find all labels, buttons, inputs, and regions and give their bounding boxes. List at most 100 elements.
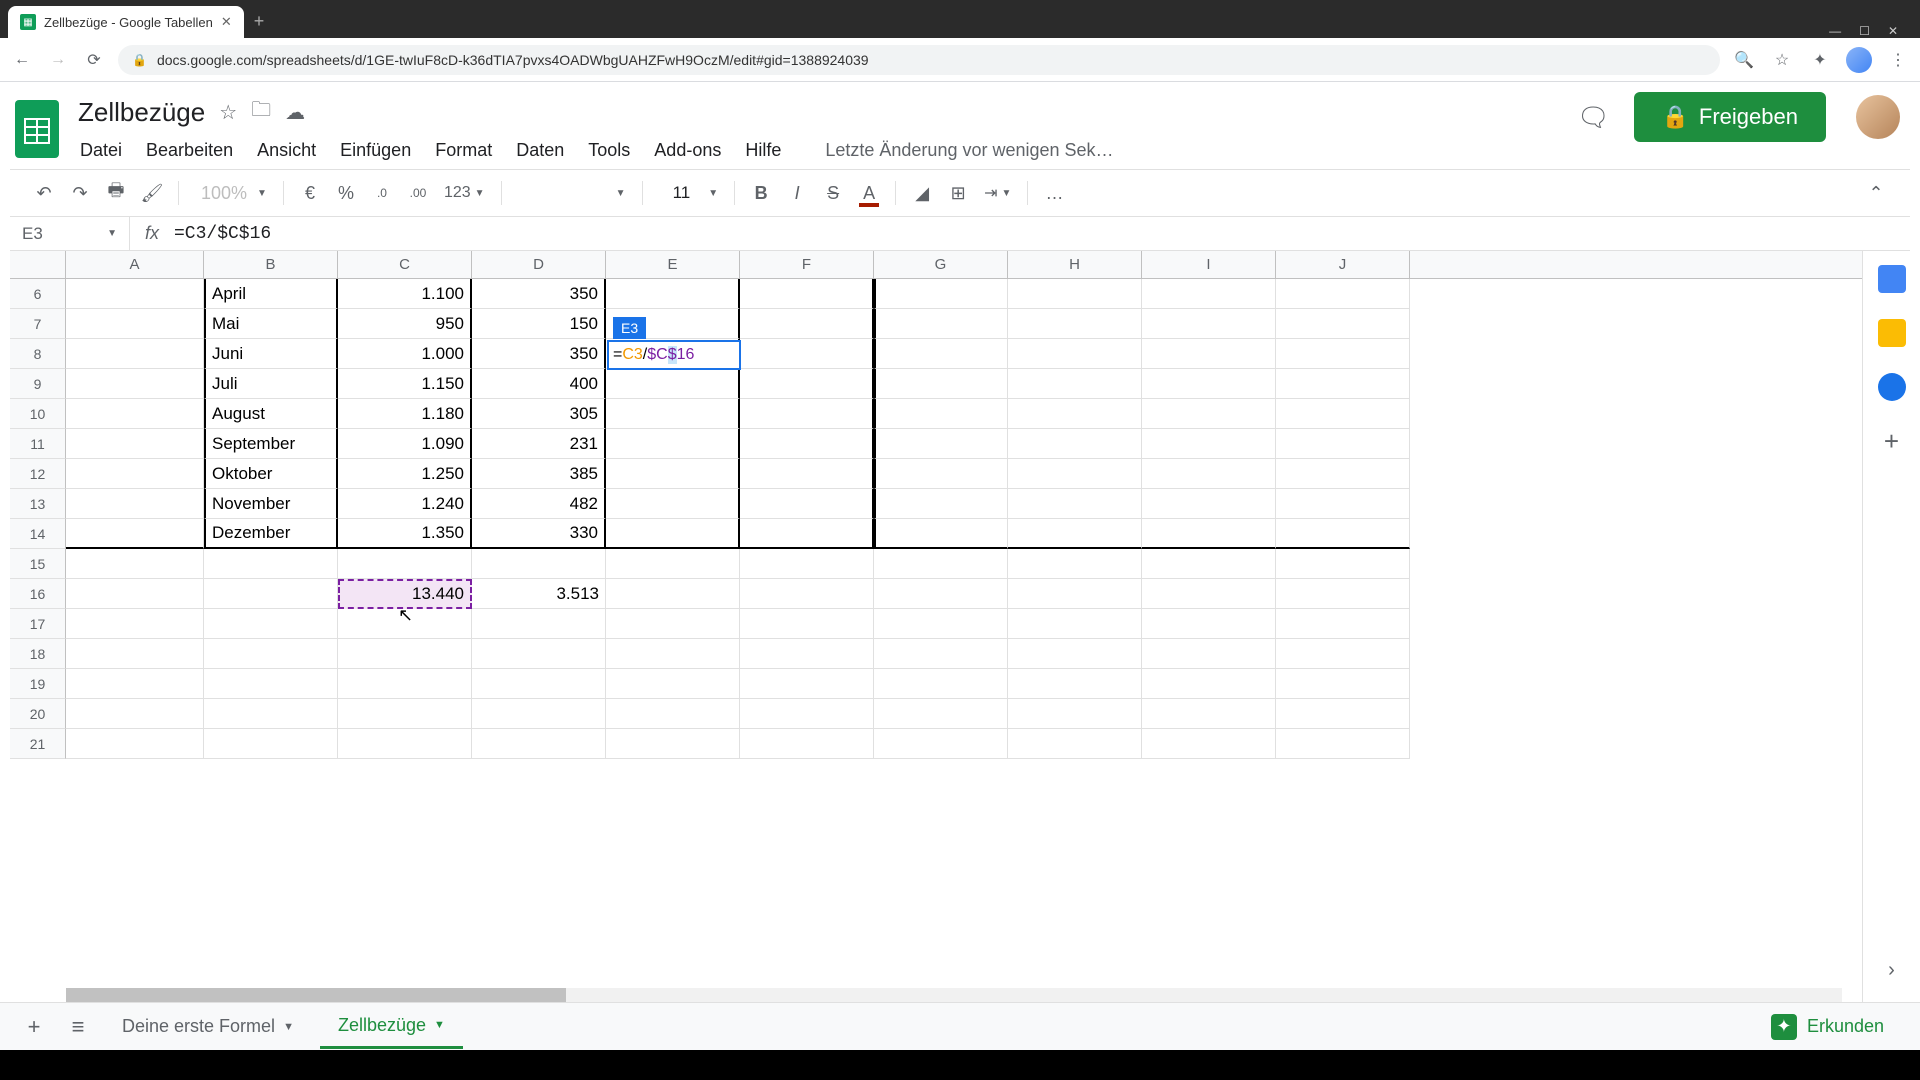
cell-H7[interactable] xyxy=(1008,309,1142,339)
cloud-status-icon[interactable]: ☁ xyxy=(285,100,305,125)
browser-profile-avatar[interactable] xyxy=(1846,47,1872,73)
cell-B13[interactable]: November xyxy=(204,489,338,519)
fill-color-button[interactable]: ◢ xyxy=(906,177,938,209)
extensions-icon[interactable]: ✦ xyxy=(1808,48,1832,72)
add-sidebar-icon[interactable]: + xyxy=(1878,427,1906,455)
cell-J18[interactable] xyxy=(1276,639,1410,669)
cell-E12[interactable] xyxy=(606,459,740,489)
merge-cells-button[interactable]: ⇥ ▼ xyxy=(978,183,1017,203)
increase-decimal-button[interactable]: .00 xyxy=(402,177,434,209)
col-header-H[interactable]: H xyxy=(1008,251,1142,278)
close-window-icon[interactable]: ✕ xyxy=(1888,24,1898,38)
cell-C9[interactable]: 1.150 xyxy=(338,369,472,399)
cell-A17[interactable] xyxy=(66,609,204,639)
decrease-decimal-button[interactable]: .0 xyxy=(366,177,398,209)
menu-format[interactable]: Format xyxy=(435,140,492,161)
cell-H9[interactable] xyxy=(1008,369,1142,399)
add-sheet-button[interactable]: + xyxy=(16,1009,52,1045)
cell-G13[interactable] xyxy=(874,489,1008,519)
calendar-sidebar-icon[interactable] xyxy=(1878,265,1906,293)
row-header-7[interactable]: 7 xyxy=(10,309,66,339)
cell-I16[interactable] xyxy=(1142,579,1276,609)
browser-menu-icon[interactable]: ⋮ xyxy=(1886,48,1910,72)
cell-A6[interactable] xyxy=(66,279,204,309)
name-box[interactable]: E3 ▼ xyxy=(10,217,130,250)
cell-G21[interactable] xyxy=(874,729,1008,759)
cell-H14[interactable] xyxy=(1008,519,1142,549)
cell-J13[interactable] xyxy=(1276,489,1410,519)
cell-A13[interactable] xyxy=(66,489,204,519)
comments-icon[interactable]: 🗨 xyxy=(1574,97,1614,137)
cell-E17[interactable] xyxy=(606,609,740,639)
cell-H20[interactable] xyxy=(1008,699,1142,729)
cell-D21[interactable] xyxy=(472,729,606,759)
cell-F18[interactable] xyxy=(740,639,874,669)
cell-G12[interactable] xyxy=(874,459,1008,489)
tasks-sidebar-icon[interactable] xyxy=(1878,373,1906,401)
cell-B21[interactable] xyxy=(204,729,338,759)
cell-H12[interactable] xyxy=(1008,459,1142,489)
column-headers[interactable]: ABCDEFGHIJ xyxy=(10,251,1862,279)
cell-I17[interactable] xyxy=(1142,609,1276,639)
cell-F14[interactable] xyxy=(740,519,874,549)
explore-button[interactable]: ✦ Erkunden xyxy=(1771,1014,1904,1040)
cell-F20[interactable] xyxy=(740,699,874,729)
cell-B19[interactable] xyxy=(204,669,338,699)
cell-B15[interactable] xyxy=(204,549,338,579)
cell-C10[interactable]: 1.180 xyxy=(338,399,472,429)
formula-input[interactable]: =C3/$C$16 xyxy=(174,224,1910,244)
cell-J7[interactable] xyxy=(1276,309,1410,339)
row-header-20[interactable]: 20 xyxy=(10,699,66,729)
cell-G20[interactable] xyxy=(874,699,1008,729)
cell-A8[interactable] xyxy=(66,339,204,369)
cell-F16[interactable] xyxy=(740,579,874,609)
cell-F7[interactable] xyxy=(740,309,874,339)
bookmark-icon[interactable]: ☆ xyxy=(1770,48,1794,72)
print-button[interactable]: 🖶 xyxy=(100,177,132,209)
cell-H13[interactable] xyxy=(1008,489,1142,519)
percent-button[interactable]: % xyxy=(330,177,362,209)
cell-E14[interactable] xyxy=(606,519,740,549)
cell-E19[interactable] xyxy=(606,669,740,699)
cell-C6[interactable]: 1.100 xyxy=(338,279,472,309)
cell-D17[interactable] xyxy=(472,609,606,639)
currency-button[interactable]: € xyxy=(294,177,326,209)
cell-B18[interactable] xyxy=(204,639,338,669)
row-header-12[interactable]: 12 xyxy=(10,459,66,489)
cell-A11[interactable] xyxy=(66,429,204,459)
cell-D20[interactable] xyxy=(472,699,606,729)
cell-B16[interactable] xyxy=(204,579,338,609)
row-header-11[interactable]: 11 xyxy=(10,429,66,459)
cell-F21[interactable] xyxy=(740,729,874,759)
menu-data[interactable]: Daten xyxy=(516,140,564,161)
share-button[interactable]: 🔒 Freigeben xyxy=(1634,92,1826,142)
cell-I21[interactable] xyxy=(1142,729,1276,759)
cell-F15[interactable] xyxy=(740,549,874,579)
sheets-logo-icon[interactable] xyxy=(10,92,64,166)
cell-I13[interactable] xyxy=(1142,489,1276,519)
cell-B17[interactable] xyxy=(204,609,338,639)
cell-G18[interactable] xyxy=(874,639,1008,669)
row-header-19[interactable]: 19 xyxy=(10,669,66,699)
cell-H10[interactable] xyxy=(1008,399,1142,429)
cell-J9[interactable] xyxy=(1276,369,1410,399)
cell-C21[interactable] xyxy=(338,729,472,759)
minimize-icon[interactable]: — xyxy=(1829,24,1841,38)
cell-A7[interactable] xyxy=(66,309,204,339)
menu-edit[interactable]: Bearbeiten xyxy=(146,140,233,161)
cell-J20[interactable] xyxy=(1276,699,1410,729)
cell-B9[interactable]: Juli xyxy=(204,369,338,399)
zoom-select[interactable]: 100% ▼ xyxy=(189,183,273,204)
cell-D16[interactable]: 3.513 xyxy=(472,579,606,609)
cell-F17[interactable] xyxy=(740,609,874,639)
cell-G10[interactable] xyxy=(874,399,1008,429)
cell-H6[interactable] xyxy=(1008,279,1142,309)
cell-G7[interactable] xyxy=(874,309,1008,339)
cell-D14[interactable]: 330 xyxy=(472,519,606,549)
maximize-icon[interactable]: ☐ xyxy=(1859,24,1870,38)
borders-button[interactable]: ⊞ xyxy=(942,177,974,209)
cell-H21[interactable] xyxy=(1008,729,1142,759)
cell-I14[interactable] xyxy=(1142,519,1276,549)
font-size-select[interactable]: 11 ▼ xyxy=(653,183,725,203)
cell-C11[interactable]: 1.090 xyxy=(338,429,472,459)
